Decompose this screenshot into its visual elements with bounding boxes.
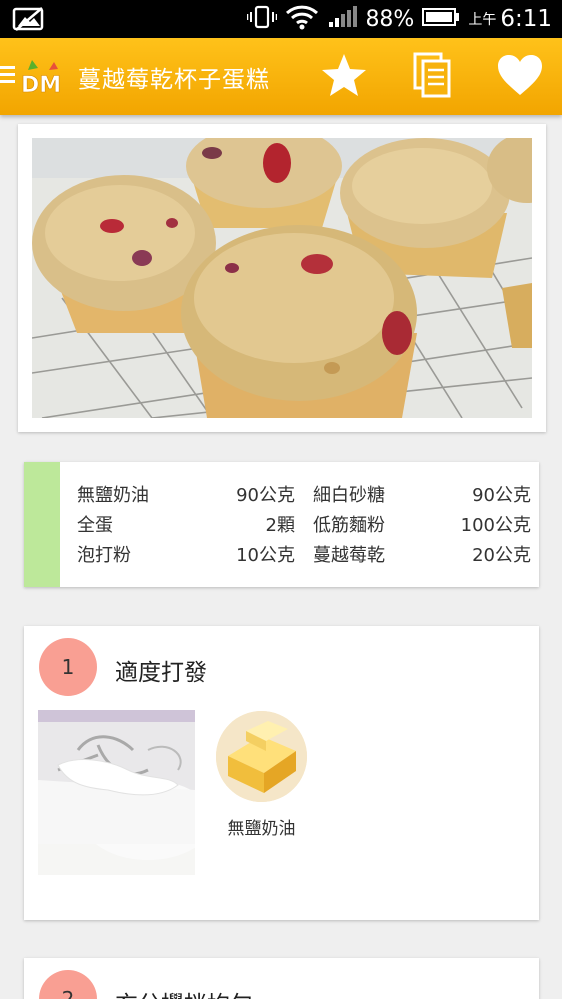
copy-icon (412, 52, 452, 102)
step-card[interactable]: 1 適度打發 無鹽奶油 (24, 626, 539, 920)
star-icon (321, 53, 367, 101)
app-logo[interactable]: DM (18, 58, 68, 98)
signal-icon (327, 5, 358, 33)
ingredient-row: 全蛋 2顆 低筋麵粉 100公克 (77, 511, 532, 537)
favorite-star-button[interactable] (316, 50, 372, 104)
app-logo-text: DM (21, 73, 61, 98)
step-title: 充分攪拌均勻 (115, 985, 253, 999)
clock-time: 6:11 (500, 6, 552, 32)
cupcake-photo (32, 138, 532, 418)
ingredient-row: 無鹽奶油 90公克 細白砂糖 90公克 (77, 481, 532, 507)
step-number-badge: 1 (39, 638, 97, 696)
heart-icon (497, 54, 543, 100)
ingredient-label: 無鹽奶油 (227, 819, 296, 839)
drawer-menu-icon[interactable] (0, 66, 16, 84)
page-title: 蔓越莓乾杯子蛋糕 (78, 67, 270, 93)
butter-ingredient-image[interactable] (216, 711, 307, 802)
ingredient-name: 蔓越莓乾 (313, 545, 385, 566)
vibrate-icon (247, 5, 278, 33)
ingredient-name: 無鹽奶油 (77, 485, 149, 506)
ingredient-amount: 90公克 (236, 485, 295, 506)
app-bar: DM 蔓越莓乾杯子蛋糕 (0, 38, 562, 115)
image-notification-icon (12, 6, 46, 36)
ingredient-amount: 20公克 (472, 545, 531, 566)
step-number-badge: 2 (39, 970, 97, 999)
ingredient-row: 泡打粉 10公克 蔓越莓乾 20公克 (77, 541, 532, 567)
step-title: 適度打發 (115, 660, 207, 686)
ingredient-amount: 90公克 (472, 485, 531, 506)
ingredient-name: 細白砂糖 (313, 485, 385, 506)
step-card[interactable]: 2 充分攪拌均勻 (24, 958, 539, 999)
step-photo[interactable] (38, 710, 195, 875)
ingredients-accent-stripe (24, 462, 60, 587)
ingredient-name: 全蛋 (77, 515, 113, 536)
battery-icon (422, 7, 460, 31)
ingredient-name: 泡打粉 (77, 545, 131, 566)
recipe-photo-card (18, 124, 546, 432)
ingredient-name: 低筋麵粉 (313, 515, 385, 536)
like-button[interactable] (492, 50, 548, 104)
battery-percent: 88% (365, 6, 415, 32)
ingredient-amount: 2顆 (265, 515, 295, 536)
status-bar: 88% 上午 6:11 (0, 0, 562, 38)
copy-button[interactable] (404, 50, 460, 104)
wifi-icon (285, 4, 319, 34)
am-pm-label: 上午 (468, 12, 497, 28)
ingredient-amount: 100公克 (460, 515, 531, 536)
ingredient-amount: 10公克 (236, 545, 295, 566)
ingredients-card: 無鹽奶油 90公克 細白砂糖 90公克 全蛋 2顆 低筋麵粉 100公克 泡打粉… (24, 462, 539, 587)
